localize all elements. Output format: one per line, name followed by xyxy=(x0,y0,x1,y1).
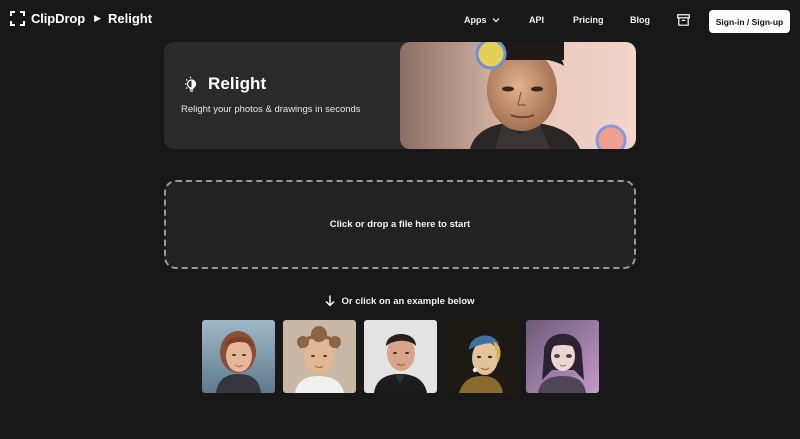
nav-blog-label: Blog xyxy=(630,15,650,25)
nav-apps-menu[interactable]: Apps xyxy=(464,15,500,25)
example-anime-girl-image xyxy=(526,320,599,393)
arrow-down-icon xyxy=(325,295,335,307)
brand-logo-link[interactable]: ClipDrop ▶ Relight xyxy=(10,11,152,26)
example-young-man-curly-hair-image xyxy=(283,320,356,393)
hero-portrait-illustration xyxy=(400,42,636,149)
hero-portrait-image xyxy=(400,42,636,149)
nav-api-link[interactable]: API xyxy=(529,15,544,25)
signin-signup-button[interactable]: Sign-in / Sign-up xyxy=(709,10,790,33)
dropzone-label: Click or drop a file here to start xyxy=(329,219,471,230)
example-thumb-4[interactable] xyxy=(445,320,518,393)
example-woman-redhead-image xyxy=(202,320,275,393)
nav-pricing-label: Pricing xyxy=(573,15,604,25)
nav-api-label: API xyxy=(529,15,545,25)
nav-pricing-link[interactable]: Pricing xyxy=(573,15,604,25)
example-thumb-5[interactable] xyxy=(526,320,599,393)
example-thumb-2[interactable] xyxy=(283,320,356,393)
clipdrop-logo-icon xyxy=(10,11,25,26)
hero-subtitle: Relight your photos & drawings in second… xyxy=(181,104,361,115)
hero-title: Relight xyxy=(208,74,267,93)
nav-blog-link[interactable]: Blog xyxy=(630,15,650,25)
nav-apps-label: Apps xyxy=(464,15,487,25)
chevron-down-icon xyxy=(492,18,499,23)
hero-card: Relight Relight your photos & drawings i… xyxy=(164,42,636,149)
file-dropzone[interactable]: Click or drop a file here to start xyxy=(164,180,636,269)
example-man-dark-hair-image xyxy=(364,320,437,393)
example-girl-pearl-earring-image xyxy=(445,320,518,393)
hero-title-row: Relight xyxy=(183,74,266,94)
examples-hint-text: Or click on an example below xyxy=(341,295,475,307)
top-header: ClipDrop ▶ Relight Apps API Pricing Blog… xyxy=(0,0,800,42)
example-thumb-1[interactable] xyxy=(202,320,275,393)
example-thumb-3[interactable] xyxy=(364,320,437,393)
breadcrumb-current-page: Relight xyxy=(108,11,153,26)
lightbulb-icon xyxy=(185,76,197,92)
archive-box-icon[interactable] xyxy=(677,14,690,26)
brand-name: ClipDrop xyxy=(31,11,86,26)
breadcrumb-separator: ▶ xyxy=(94,13,102,23)
examples-hint: Or click on an example below xyxy=(0,295,800,307)
